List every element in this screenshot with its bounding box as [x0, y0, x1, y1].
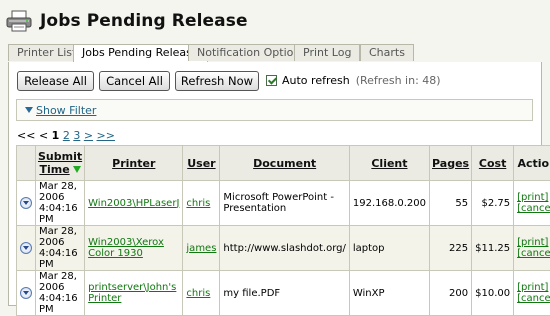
- document-name: Microsoft PowerPoint - Presentation: [220, 181, 349, 226]
- column-client[interactable]: Client: [349, 146, 429, 181]
- table-row: Mar 28, 2006 4:04:16 PM Win2003\Xerox Co…: [17, 226, 550, 271]
- jobs-table: Submit Time Printer User Document Client…: [16, 145, 550, 316]
- auto-refresh-label: Auto refresh: [282, 74, 350, 87]
- column-document[interactable]: Document: [220, 146, 349, 181]
- client-name: laptop: [349, 226, 429, 271]
- printer-link[interactable]: Win2003\HPLaserJ: [88, 198, 179, 209]
- print-link[interactable]: [print]: [517, 237, 548, 248]
- submit-time: Mar 28, 2006 4:04:16 PM: [36, 271, 85, 316]
- column-printer[interactable]: Printer: [85, 146, 183, 181]
- pager-last[interactable]: >>: [97, 129, 115, 142]
- pager-page-3[interactable]: 3: [73, 129, 80, 142]
- column-submit-time[interactable]: Submit Time: [36, 146, 85, 181]
- expand-column-header: [17, 146, 36, 181]
- auto-refresh-checkbox[interactable]: [266, 75, 277, 86]
- pagination: << < 1 2 3 > >>: [17, 129, 115, 142]
- cancel-link[interactable]: [cancel]: [517, 293, 550, 304]
- user-link[interactable]: chris: [186, 198, 210, 209]
- page-header: Jobs Pending Release: [6, 6, 248, 36]
- table-header-row: Submit Time Printer User Document Client…: [17, 146, 550, 181]
- pager-next[interactable]: >: [84, 129, 93, 142]
- filter-box: Show Filter: [16, 99, 533, 121]
- expand-icon[interactable]: [20, 287, 32, 299]
- sort-desc-icon: [73, 166, 81, 173]
- submit-time: Mar 28, 2006 4:04:16 PM: [36, 181, 85, 226]
- print-link[interactable]: [print]: [517, 282, 548, 293]
- job-cost: $10.00: [472, 271, 514, 316]
- user-link[interactable]: james: [186, 243, 216, 254]
- column-action: Action: [514, 146, 550, 181]
- client-name: 192.168.0.200: [349, 181, 429, 226]
- page-count: 55: [430, 181, 472, 226]
- show-filter-link[interactable]: Show Filter: [25, 104, 96, 117]
- document-name: my file.PDF: [220, 271, 349, 316]
- user-link[interactable]: chris: [186, 288, 210, 299]
- pager-page-1: 1: [52, 129, 60, 142]
- auto-refresh: Auto refresh (Refresh in: 48): [266, 74, 441, 87]
- cancel-link[interactable]: [cancel]: [517, 248, 550, 259]
- job-cost: $2.75: [472, 181, 514, 226]
- table-row: Mar 28, 2006 4:04:16 PM Win2003\HPLaserJ…: [17, 181, 550, 226]
- submit-time: Mar 28, 2006 4:04:16 PM: [36, 226, 85, 271]
- triangle-down-icon: [25, 107, 33, 113]
- printer-link[interactable]: Win2003\Xerox Color 1930: [88, 237, 164, 259]
- refresh-countdown: (Refresh in: 48): [356, 74, 441, 87]
- pager-prev[interactable]: <: [39, 129, 48, 142]
- refresh-now-button[interactable]: Refresh Now: [175, 71, 259, 91]
- column-user[interactable]: User: [183, 146, 220, 181]
- tab-print-log[interactable]: Print Log: [294, 44, 360, 61]
- cancel-all-button[interactable]: Cancel All: [99, 71, 170, 91]
- expand-icon[interactable]: [20, 197, 32, 209]
- pager-first[interactable]: <<: [17, 129, 35, 142]
- column-cost[interactable]: Cost: [472, 146, 514, 181]
- page-count: 225: [430, 226, 472, 271]
- tab-charts[interactable]: Charts: [360, 44, 414, 61]
- page-count: 200: [430, 271, 472, 316]
- release-all-button[interactable]: Release All: [17, 71, 94, 91]
- job-cost: $11.25: [472, 226, 514, 271]
- printer-icon: [6, 10, 32, 32]
- column-pages[interactable]: Pages: [430, 146, 472, 181]
- page-title: Jobs Pending Release: [40, 11, 248, 31]
- pager-page-2[interactable]: 2: [63, 129, 70, 142]
- table-row: Mar 28, 2006 4:04:16 PM printserver\John…: [17, 271, 550, 316]
- print-link[interactable]: [print]: [517, 192, 548, 203]
- expand-icon[interactable]: [20, 242, 32, 254]
- document-name: http://www.slashdot.org/: [220, 226, 349, 271]
- cancel-link[interactable]: [cancel]: [517, 203, 550, 214]
- tab-bar: Printer List Jobs Pending Release Notifi…: [8, 44, 542, 63]
- client-name: WinXP: [349, 271, 429, 316]
